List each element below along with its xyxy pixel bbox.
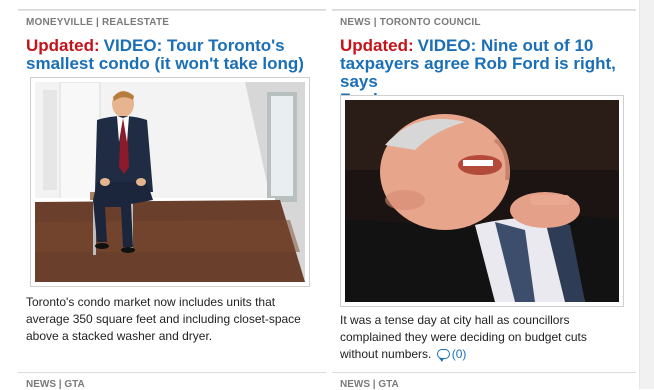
- top-divider-right: [332, 0, 636, 10]
- section-label[interactable]: NEWS | TORONTO COUNCIL: [340, 17, 481, 28]
- photo-frame[interactable]: [30, 77, 310, 287]
- section-label[interactable]: MONEYVILLE | REALESTATE: [26, 17, 169, 28]
- blurb-line-2: average 350 square feet and including cl…: [26, 312, 301, 326]
- blurb-line-2: complained they were deciding on budget …: [340, 330, 587, 344]
- row-divider-left: [18, 372, 326, 373]
- headline-line-2[interactable]: taxpayers agree Rob Ford is right, says: [340, 55, 636, 91]
- blurb-line-1: Toronto's condo market now includes unit…: [26, 295, 276, 309]
- comments-link[interactable]: (0): [435, 347, 467, 362]
- ford-photo-image: [345, 100, 619, 302]
- blurb-line-3: without numbers.: [340, 347, 432, 361]
- blurb-line-3: above a stacked washer and dryer.: [26, 329, 213, 343]
- section-row: NEWS | TORONTO COUNCIL: [332, 10, 636, 39]
- headline-line-1[interactable]: VIDEO: Nine out of 10: [418, 36, 594, 55]
- top-divider-left: [18, 0, 326, 10]
- headline-link[interactable]: Updated: VIDEO: Tour Toronto's smallest c…: [26, 37, 304, 73]
- ford-photo[interactable]: [345, 100, 619, 302]
- updated-label: Updated:: [26, 36, 100, 55]
- speech-bubble-icon[interactable]: [436, 349, 450, 362]
- updated-label: Updated:: [340, 36, 414, 55]
- headline-line-1[interactable]: VIDEO: Tour Toronto's: [104, 36, 285, 55]
- story-card-ford: NEWS | TORONTO COUNCIL Updated: VIDEO: Ni…: [332, 10, 636, 380]
- story-blurb: Toronto's condo market now includes unit…: [26, 294, 301, 345]
- next-section-label-left[interactable]: NEWS | GTA: [26, 379, 85, 390]
- story-card-condo: MONEYVILLE | REALESTATE Updated: VIDEO: T…: [18, 10, 326, 380]
- blurb-line-1: It was a tense day at city hall as counc…: [340, 313, 570, 327]
- condo-photo[interactable]: [35, 82, 305, 282]
- next-section-label-right[interactable]: NEWS | GTA: [340, 379, 399, 390]
- row-divider-right: [332, 372, 636, 373]
- top-strip: [0, 0, 654, 10]
- condo-photo-image: [35, 82, 305, 282]
- right-sidebar-edge: [639, 0, 654, 389]
- story-blurb: It was a tense day at city hall as counc…: [340, 312, 587, 363]
- photo-frame[interactable]: [340, 95, 624, 307]
- headline-line-2[interactable]: smallest condo (it won't take long): [26, 55, 304, 73]
- comment-count[interactable]: (0): [452, 347, 467, 361]
- section-row: MONEYVILLE | REALESTATE: [18, 10, 326, 39]
